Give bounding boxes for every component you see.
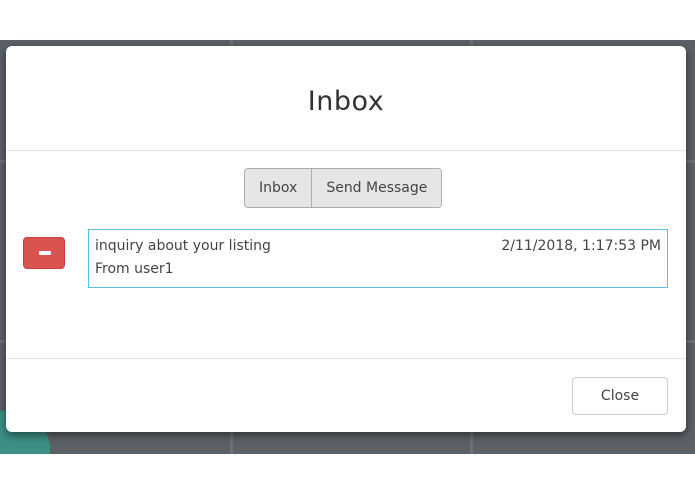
modal-header: Inbox xyxy=(6,46,686,151)
message-date: 2/11/2018, 1:17:53 PM xyxy=(501,238,661,254)
modal-title: Inbox xyxy=(307,86,385,117)
message-subject: inquiry about your listing xyxy=(95,238,271,254)
tab-inbox[interactable]: Inbox xyxy=(245,169,312,207)
list-item[interactable]: inquiry about your listing 2/11/2018, 1:… xyxy=(88,229,668,288)
close-button[interactable]: Close xyxy=(572,377,668,415)
inbox-modal: Inbox Inbox Send Message inquiry about y… xyxy=(6,46,686,432)
delete-message-button[interactable] xyxy=(23,237,65,269)
minus-icon xyxy=(39,251,51,255)
message-sender: From user1 xyxy=(95,261,174,277)
tab-group: Inbox Send Message xyxy=(244,168,443,208)
modal-footer: Close xyxy=(6,358,686,432)
tab-send-message[interactable]: Send Message xyxy=(311,169,442,207)
